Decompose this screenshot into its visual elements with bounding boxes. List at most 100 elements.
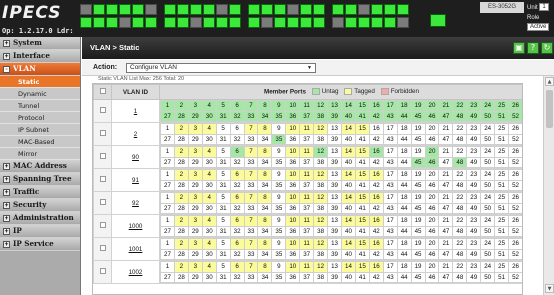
port-cell[interactable]: 46 — [424, 271, 440, 283]
port-cell[interactable]: 15 — [354, 169, 370, 181]
port-cell[interactable]: 43 — [382, 110, 398, 122]
port-cell[interactable]: 42 — [368, 110, 384, 122]
port-cell[interactable]: 16 — [368, 215, 384, 227]
port-cell[interactable]: 2 — [173, 215, 189, 227]
port-cell[interactable]: 1 — [160, 192, 175, 204]
port-cell[interactable]: 25 — [494, 192, 510, 204]
floppy-icon[interactable]: ▣ — [513, 42, 525, 54]
port-cell[interactable]: 19 — [410, 146, 426, 158]
port-cell[interactable]: 44 — [396, 202, 412, 214]
front-port-led[interactable] — [145, 17, 157, 28]
port-cell[interactable]: 49 — [466, 248, 482, 260]
port-cell[interactable]: 37 — [299, 248, 315, 260]
port-cell[interactable]: 3 — [187, 146, 203, 158]
port-cell[interactable]: 24 — [480, 238, 496, 250]
port-cell[interactable]: 34 — [257, 179, 273, 191]
front-port-led[interactable] — [261, 17, 273, 28]
port-cell[interactable]: 11 — [299, 192, 315, 204]
front-port-led[interactable] — [261, 4, 273, 15]
port-cell[interactable]: 36 — [285, 110, 301, 122]
port-cell[interactable]: 29 — [187, 133, 203, 145]
front-port-led[interactable] — [300, 4, 312, 15]
port-cell[interactable]: 13 — [327, 123, 342, 135]
front-port-led[interactable] — [177, 4, 189, 15]
port-cell[interactable]: 28 — [173, 248, 189, 260]
port-cell[interactable]: 10 — [285, 100, 301, 112]
port-cell[interactable]: 25 — [494, 100, 510, 112]
port-cell[interactable]: 5 — [215, 192, 231, 204]
port-cell[interactable]: 42 — [368, 248, 384, 260]
port-cell[interactable]: 21 — [438, 169, 454, 181]
port-cell[interactable]: 15 — [354, 192, 370, 204]
vlan-id-link[interactable]: 92 — [111, 191, 160, 215]
front-port-led[interactable] — [384, 4, 396, 15]
port-cell[interactable]: 4 — [201, 146, 217, 158]
port-cell[interactable]: 30 — [201, 133, 217, 145]
scroll-thumb[interactable] — [546, 90, 553, 128]
port-cell[interactable]: 29 — [187, 271, 203, 283]
port-cell[interactable]: 20 — [424, 192, 440, 204]
port-cell[interactable]: 19 — [410, 261, 426, 273]
port-cell[interactable]: 18 — [396, 169, 412, 181]
port-cell[interactable]: 33 — [243, 248, 259, 260]
port-cell[interactable]: 26 — [508, 169, 522, 181]
port-cell[interactable]: 16 — [368, 192, 384, 204]
action-select[interactable]: Configure VLAN ▼ — [126, 63, 316, 73]
port-cell[interactable]: 45 — [410, 156, 426, 168]
nav-item-security[interactable]: + Security — [0, 199, 80, 212]
port-cell[interactable]: 34 — [257, 202, 273, 214]
port-cell[interactable]: 8 — [257, 238, 273, 250]
port-cell[interactable]: 51 — [494, 156, 510, 168]
port-cell[interactable]: 13 — [327, 192, 342, 204]
vlan-id-link[interactable]: 1000 — [111, 214, 160, 238]
front-port-led[interactable] — [332, 17, 344, 28]
port-cell[interactable]: 44 — [396, 133, 412, 145]
port-cell[interactable]: 23 — [466, 123, 482, 135]
port-cell[interactable]: 22 — [452, 261, 468, 273]
port-cell[interactable]: 38 — [313, 225, 329, 237]
row-checkbox[interactable] — [99, 268, 106, 274]
nav-item-ip[interactable]: + IP — [0, 225, 80, 238]
port-cell[interactable]: 45 — [410, 202, 426, 214]
port-cell[interactable]: 17 — [382, 192, 398, 204]
port-cell[interactable]: 1 — [160, 100, 175, 112]
port-cell[interactable]: 36 — [285, 133, 301, 145]
front-port-led[interactable] — [164, 17, 176, 28]
port-cell[interactable]: 7 — [243, 123, 259, 135]
port-cell[interactable]: 7 — [243, 215, 259, 227]
front-port-led[interactable] — [216, 4, 228, 15]
port-cell[interactable]: 18 — [396, 215, 412, 227]
port-cell[interactable]: 14 — [340, 100, 356, 112]
port-cell[interactable]: 1 — [160, 169, 175, 181]
port-cell[interactable]: 21 — [438, 238, 454, 250]
port-cell[interactable]: 43 — [382, 133, 398, 145]
front-port-led[interactable] — [397, 17, 409, 28]
port-cell[interactable]: 3 — [187, 192, 203, 204]
port-cell[interactable]: 19 — [410, 238, 426, 250]
port-cell[interactable]: 52 — [508, 156, 522, 168]
port-cell[interactable]: 16 — [368, 146, 384, 158]
port-cell[interactable]: 45 — [410, 110, 426, 122]
port-cell[interactable]: 22 — [452, 169, 468, 181]
port-cell[interactable]: 49 — [466, 110, 482, 122]
port-cell[interactable]: 13 — [327, 238, 342, 250]
port-cell[interactable]: 37 — [299, 156, 315, 168]
port-cell[interactable]: 37 — [299, 133, 315, 145]
port-cell[interactable]: 51 — [494, 133, 510, 145]
port-cell[interactable]: 9 — [271, 215, 287, 227]
port-cell[interactable]: 8 — [257, 215, 273, 227]
port-cell[interactable]: 35 — [271, 202, 287, 214]
port-cell[interactable]: 9 — [271, 169, 287, 181]
port-cell[interactable]: 34 — [257, 225, 273, 237]
port-cell[interactable]: 33 — [243, 156, 259, 168]
port-cell[interactable]: 47 — [438, 271, 454, 283]
port-cell[interactable]: 17 — [382, 215, 398, 227]
port-cell[interactable]: 9 — [271, 261, 287, 273]
port-cell[interactable]: 43 — [382, 271, 398, 283]
front-port-led[interactable] — [132, 17, 144, 28]
port-cell[interactable]: 3 — [187, 123, 203, 135]
port-cell[interactable]: 1 — [160, 238, 175, 250]
port-cell[interactable]: 42 — [368, 271, 384, 283]
port-cell[interactable]: 12 — [313, 261, 329, 273]
port-cell[interactable]: 18 — [396, 192, 412, 204]
